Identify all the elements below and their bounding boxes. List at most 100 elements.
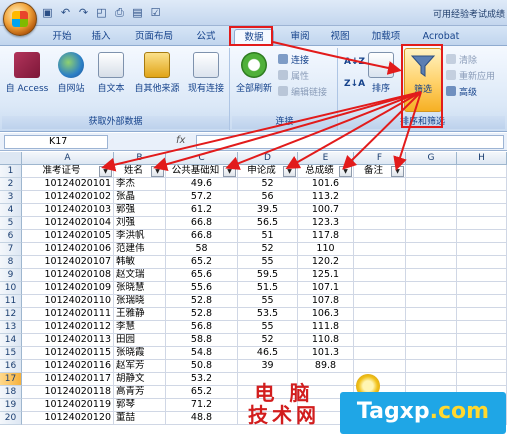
column-header-h[interactable]: H [457,152,507,165]
table-cell[interactable] [457,321,507,334]
table-cell[interactable]: 65.6 [166,269,238,282]
table-cell[interactable]: 55 [238,321,298,334]
table-cell[interactable]: 58 [166,243,238,256]
tab-formulas[interactable]: 公式 [188,29,224,46]
tab-review[interactable]: 审阅 [282,29,318,46]
filter-dropdown-d[interactable]: ▼ [283,166,296,177]
table-cell[interactable]: 10124020103 [22,204,114,217]
table-cell[interactable]: 10124020119 [22,399,114,412]
tab-insert[interactable]: 插入 [84,29,118,46]
table-cell[interactable]: 10124020109 [22,282,114,295]
existing-connections-button[interactable]: 现有连接 [184,52,228,94]
table-cell[interactable]: 胡静文 [114,373,166,386]
print-preview-icon[interactable]: ◰ [94,5,109,20]
table-cell[interactable]: 王雅静 [114,308,166,321]
row-header[interactable]: 12 [0,308,22,321]
table-cell[interactable]: 10124020118 [22,386,114,399]
table-cell[interactable]: 10124020105 [22,230,114,243]
table-cell[interactable]: 66.8 [166,230,238,243]
table-cell[interactable] [406,217,457,230]
tab-view[interactable]: 视图 [322,29,358,46]
table-cell[interactable]: 56.5 [238,217,298,230]
table-cell[interactable] [354,204,406,217]
table-cell[interactable] [406,243,457,256]
table-cell[interactable]: 郭强 [114,204,166,217]
table-cell[interactable]: 52 [238,178,298,191]
table-cell[interactable]: 111.8 [298,321,354,334]
undo-icon[interactable]: ↶ [58,5,73,20]
table-cell[interactable]: 100.7 [298,204,354,217]
row-header[interactable]: 9 [0,269,22,282]
from-other-sources-button[interactable]: 自其他来源 [132,52,182,94]
table-cell[interactable] [457,178,507,191]
row-header[interactable]: 3 [0,191,22,204]
clear-filter-button[interactable]: 清除 [446,54,477,67]
table-cell[interactable] [354,295,406,308]
table-cell[interactable] [406,321,457,334]
sort-ascending-button[interactable]: A↓Z [344,56,365,69]
table-cell[interactable]: 10124020102 [22,191,114,204]
row-header[interactable]: 6 [0,230,22,243]
table-cell[interactable]: 59.5 [238,269,298,282]
table-cell[interactable] [354,334,406,347]
column-header-e[interactable]: E [298,152,354,165]
table-cell[interactable] [354,360,406,373]
table-cell[interactable] [457,204,507,217]
table-cell[interactable]: 125.1 [298,269,354,282]
row-header[interactable]: 20 [0,412,22,425]
table-cell[interactable]: 110 [298,243,354,256]
sort-button[interactable]: 排序 [366,52,396,94]
table-cell[interactable] [457,256,507,269]
row-header[interactable]: 13 [0,321,22,334]
table-cell[interactable]: 55 [238,256,298,269]
table-cell[interactable]: 39 [238,360,298,373]
row-header[interactable]: 15 [0,347,22,360]
table-cell[interactable]: 10124020112 [22,321,114,334]
table-cell[interactable]: 49.6 [166,178,238,191]
table-cell[interactable] [406,373,457,386]
table-cell[interactable] [354,282,406,295]
connections-button[interactable]: 连接 [278,54,309,67]
table-cell[interactable]: 10124020107 [22,256,114,269]
table-cell[interactable]: 107.1 [298,282,354,295]
table-cell[interactable] [457,191,507,204]
row-header[interactable]: 11 [0,295,22,308]
row-header[interactable]: 10 [0,282,22,295]
table-cell[interactable] [354,308,406,321]
table-cell[interactable]: 10124020111 [22,308,114,321]
table-cell[interactable] [354,269,406,282]
table-cell[interactable] [457,308,507,321]
table-cell[interactable]: 李洪帆 [114,230,166,243]
table-cell[interactable]: 范建伟 [114,243,166,256]
table-cell[interactable] [354,321,406,334]
table-cell[interactable] [457,217,507,230]
table-cell[interactable]: 10124020110 [22,295,114,308]
table-cell[interactable] [354,256,406,269]
advanced-filter-button[interactable]: 高级 [446,86,477,99]
table-cell[interactable]: 10124020104 [22,217,114,230]
table-cell[interactable]: 10124020116 [22,360,114,373]
table-cell[interactable]: 117.8 [298,230,354,243]
spelling-icon[interactable]: ☑ [148,5,163,20]
column-header-d[interactable]: D [238,152,298,165]
table-cell[interactable] [457,243,507,256]
table-cell[interactable]: 39.5 [238,204,298,217]
table-cell[interactable]: 110.8 [298,334,354,347]
save-icon[interactable]: ▣ [40,5,55,20]
row-header[interactable]: 14 [0,334,22,347]
row-header[interactable]: 16 [0,360,22,373]
table-cell[interactable] [406,295,457,308]
table-cell[interactable] [457,360,507,373]
table-cell[interactable]: 赵军芳 [114,360,166,373]
reapply-button[interactable]: 重新应用 [446,70,495,83]
table-cell[interactable]: 10124020101 [22,178,114,191]
table-cell[interactable]: 106.3 [298,308,354,321]
table-cell[interactable]: 张晓霞 [114,347,166,360]
table-cell[interactable]: 51.5 [238,282,298,295]
table-cell[interactable]: 郭琴 [114,399,166,412]
table-cell[interactable]: 123.3 [298,217,354,230]
table-cell[interactable]: 张晓慧 [114,282,166,295]
table-cell[interactable]: 10124020108 [22,269,114,282]
table-cell[interactable] [406,334,457,347]
table-cell[interactable] [457,269,507,282]
